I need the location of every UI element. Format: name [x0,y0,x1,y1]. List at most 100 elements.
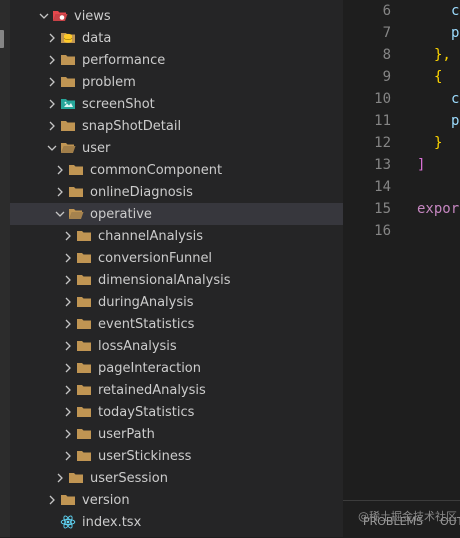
tree-item-snapshotdetail[interactable]: snapShotDetail [10,115,343,137]
tree-item-userstickiness[interactable]: userStickiness [10,445,343,467]
tree-item-channelanalysis[interactable]: channelAnalysis [10,225,343,247]
folder-icon [76,382,92,398]
code-line: 7p [343,22,460,44]
chevron-right-icon[interactable] [60,379,76,401]
code-line: 14 [343,176,460,198]
chevron-right-icon[interactable] [60,313,76,335]
folder-icon [60,118,76,134]
chevron-down-icon[interactable] [36,5,52,27]
tree-item-label: userSession [90,470,168,486]
tree-item-eventstatistics[interactable]: eventStatistics [10,313,343,335]
tree-item-conversionfunnel[interactable]: conversionFunnel [10,247,343,269]
tree-item-label: dimensionalAnalysis [98,272,231,288]
tree-item-duringanalysis[interactable]: duringAnalysis [10,291,343,313]
chevron-right-icon[interactable] [60,225,76,247]
tree-item-label: screenShot [82,96,155,112]
line-number: 6 [382,3,391,19]
code-text: c [451,91,460,107]
line-number: 10 [374,91,391,107]
chevron-right-icon[interactable] [52,467,68,489]
code-line: 6c [343,0,460,22]
chevron-right-icon[interactable] [60,445,76,467]
folder-icon [60,74,76,90]
tree-item-index-tsx[interactable]: index.tsx [10,511,343,533]
chevron-right-icon[interactable] [44,115,60,137]
explorer-tree: views data performance problem screenShot sna… [10,0,343,537]
line-number: 11 [374,113,391,129]
chevron-right-icon[interactable] [52,181,68,203]
chevron-right-icon[interactable] [44,71,60,93]
tree-item-label: userStickiness [98,448,192,464]
tree-item-label: conversionFunnel [98,250,213,266]
tree-item-usersession[interactable]: userSession [10,467,343,489]
line-number: 8 [382,47,391,63]
image-folder-icon [60,96,76,112]
tree-item-performance[interactable]: performance [10,49,343,71]
tree-item-user[interactable]: user [10,137,343,159]
chevron-right-icon[interactable] [44,49,60,71]
tree-item-label: commonComponent [90,162,223,178]
chevron-right-icon[interactable] [60,291,76,313]
tree-item-dimensionalanalysis[interactable]: dimensionalAnalysis [10,269,343,291]
chevron-right-icon[interactable] [60,335,76,357]
views-folder-icon [52,8,68,24]
line-number: 13 [374,157,391,173]
tree-item-operative[interactable]: operative [10,203,343,225]
chevron-right-icon[interactable] [44,93,60,115]
tree-item-label: todayStatistics [98,404,195,420]
folder-icon [76,448,92,464]
tree-item-label: lossAnalysis [98,338,177,354]
code-editor[interactable]: 6 c 7 p 8}, 9{10 c 11 p 12} 13] 14 15 expor 16 [343,0,460,500]
chevron-down-icon[interactable] [52,203,68,225]
code-line: 13] [343,154,460,176]
folder-icon [60,492,76,508]
tree-item-label: snapShotDetail [82,118,182,134]
chevron-right-icon[interactable] [60,357,76,379]
tree-item-todaystatistics[interactable]: todayStatistics [10,401,343,423]
folder-icon [76,250,92,266]
line-number: 12 [374,135,391,151]
code-line: 16 [343,220,460,242]
tree-item-retainedanalysis[interactable]: retainedAnalysis [10,379,343,401]
code-text: expor [417,201,460,217]
chevron-right-icon[interactable] [60,247,76,269]
tree-item-onlinediagnosis[interactable]: onlineDiagnosis [10,181,343,203]
folder-icon [76,272,92,288]
chevron-down-icon[interactable] [44,137,60,159]
tree-item-label: version [82,492,130,508]
tree-item-lossanalysis[interactable]: lossAnalysis [10,335,343,357]
chevron-right-icon[interactable] [52,159,68,181]
folder-icon [68,162,84,178]
tree-item-label: channelAnalysis [98,228,204,244]
tree-item-commoncomponent[interactable]: commonComponent [10,159,343,181]
chevron-right-icon[interactable] [60,401,76,423]
code-text: ] [417,157,426,173]
tree-item-data[interactable]: data [10,27,343,49]
tree-item-version[interactable]: version [10,489,343,511]
tree-item-screenshot[interactable]: screenShot [10,93,343,115]
tree-item-userpath[interactable]: userPath [10,423,343,445]
tree-item-label: onlineDiagnosis [90,184,193,200]
chevron-right-icon[interactable] [60,423,76,445]
code-text: }, [434,47,451,63]
tree-item-problem[interactable]: problem [10,71,343,93]
chevron-right-icon[interactable] [44,27,60,49]
code-line: 15 expor [343,198,460,220]
folder-icon [76,360,92,376]
chevron-right-icon[interactable] [60,269,76,291]
code-text: p [451,113,460,129]
code-text: p [451,25,460,41]
tree-item-views[interactable]: views [10,5,343,27]
folder-icon [68,470,84,486]
chevron-right-icon[interactable] [44,489,60,511]
tree-item-label: duringAnalysis [98,294,194,310]
tree-item-pageinteraction[interactable]: pageInteraction [10,357,343,379]
folder-open-icon [60,140,76,156]
folder-icon [76,228,92,244]
folder-icon [76,404,92,420]
code-line: 10 c [343,88,460,110]
line-number: 7 [382,25,391,41]
code-text: c [451,3,460,19]
code-line: 11 p [343,110,460,132]
